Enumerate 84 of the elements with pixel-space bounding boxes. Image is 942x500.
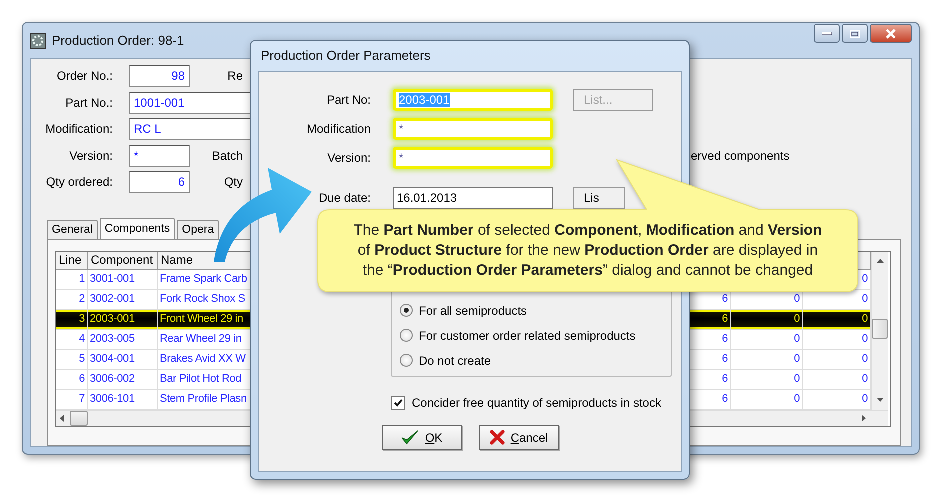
checkmark-icon (401, 430, 420, 445)
table-cell: 0 (803, 310, 871, 330)
minimize-button[interactable] (814, 24, 840, 43)
table-cell: 3004-001 (88, 350, 158, 370)
field-label: Order No.: (56, 69, 114, 83)
table-cell: 3006-002 (88, 370, 158, 390)
cancel-button[interactable]: Cancel (479, 425, 559, 450)
input-field[interactable]: * (393, 147, 553, 169)
table-cell[interactable]: 2 (56, 290, 88, 310)
field-label: Part No.: (64, 96, 114, 110)
table-cell: 6 (689, 370, 731, 390)
minimize-icon (822, 32, 832, 36)
scroll-up-icon[interactable] (876, 259, 884, 263)
option-label: erved components (690, 148, 791, 162)
table-cell: 6 (689, 330, 731, 350)
checkbox-label[interactable]: Concider free quantity of semiproducts in stock (412, 396, 662, 410)
radio-button[interactable] (400, 329, 413, 342)
radio-label[interactable]: Do not create (419, 354, 492, 368)
dialog-title: Production Order Parameters (260, 47, 432, 65)
list-button[interactable]: Lis (573, 187, 625, 209)
table-cell[interactable]: 1 (56, 270, 88, 290)
table-cell: 0 (731, 310, 803, 330)
tab[interactable]: Opera (177, 220, 220, 239)
field-label: Modification: (44, 122, 114, 136)
scroll-thumb[interactable] (872, 319, 888, 339)
field-label: Version: (326, 151, 372, 165)
input-field[interactable]: 98 (129, 65, 190, 87)
table-cell[interactable]: 6 (56, 370, 88, 390)
table-cell: 0 (731, 330, 803, 350)
field-label: Re (226, 69, 243, 83)
table-cell: 3006-101 (88, 390, 158, 410)
column-header[interactable]: Name (158, 252, 252, 270)
input-field[interactable]: 16.01.2013 (393, 187, 553, 209)
radio-label[interactable]: For all semiproducts (419, 304, 528, 318)
table-cell: 0 (803, 350, 871, 370)
field-label: Qty ordered: (45, 175, 114, 189)
ok-button[interactable]: OK (382, 425, 462, 450)
scroll-right-icon[interactable] (862, 415, 866, 422)
table-cell[interactable]: 3 (56, 310, 88, 330)
field-label: Qty (223, 175, 243, 189)
scroll-thumb[interactable] (70, 411, 88, 426)
field-label: Due date: (318, 191, 372, 205)
tab[interactable]: Components (100, 218, 176, 239)
table-cell: 6 (689, 350, 731, 370)
table-cell: 2003-005 (88, 330, 158, 350)
scroll-down-icon[interactable] (876, 398, 884, 402)
table-cell: 0 (731, 350, 803, 370)
table-cell: 0 (803, 390, 871, 410)
app-icon (30, 32, 46, 48)
column-header[interactable]: Line (56, 252, 88, 270)
vertical-scrollbar[interactable] (871, 252, 888, 410)
input-field[interactable]: * (393, 118, 553, 140)
field-label: Batch (211, 148, 243, 162)
close-icon (885, 28, 897, 38)
maximize-button[interactable] (842, 24, 868, 43)
input-field[interactable]: 6 (129, 171, 190, 193)
table-cell: 0 (731, 370, 803, 390)
table-cell[interactable]: 4 (56, 330, 88, 350)
table-cell: 3001-001 (88, 270, 158, 290)
radio-button[interactable] (400, 354, 413, 367)
table-cell: 3002-001 (88, 290, 158, 310)
window-title: Production Order: 98-1 (52, 33, 184, 48)
table-cell[interactable]: 5 (56, 350, 88, 370)
input-field[interactable]: * (129, 144, 190, 166)
close-button[interactable] (870, 24, 912, 43)
radio-label[interactable]: For customer order related semiproducts (419, 328, 636, 342)
table-cell: 6 (689, 310, 731, 330)
cross-icon (490, 430, 505, 445)
tab[interactable]: General (47, 220, 98, 239)
table-cell: 0 (803, 370, 871, 390)
table-cell: 0 (803, 330, 871, 350)
column-header[interactable]: Component (88, 252, 158, 270)
radio-button[interactable] (400, 304, 413, 317)
maximize-icon (850, 30, 860, 38)
field-label: Version: (68, 148, 114, 162)
checkbox[interactable] (391, 396, 405, 410)
field-label: Modification (306, 122, 372, 136)
scroll-left-icon[interactable] (60, 415, 64, 422)
table-cell: 0 (731, 390, 803, 410)
table-cell: 6 (689, 390, 731, 410)
table-cell: Front Wheel 29 in (158, 310, 252, 330)
table-cell[interactable]: 7 (56, 390, 88, 410)
field-label: Part No: (326, 93, 372, 107)
table-cell: 2003-001 (88, 310, 158, 330)
